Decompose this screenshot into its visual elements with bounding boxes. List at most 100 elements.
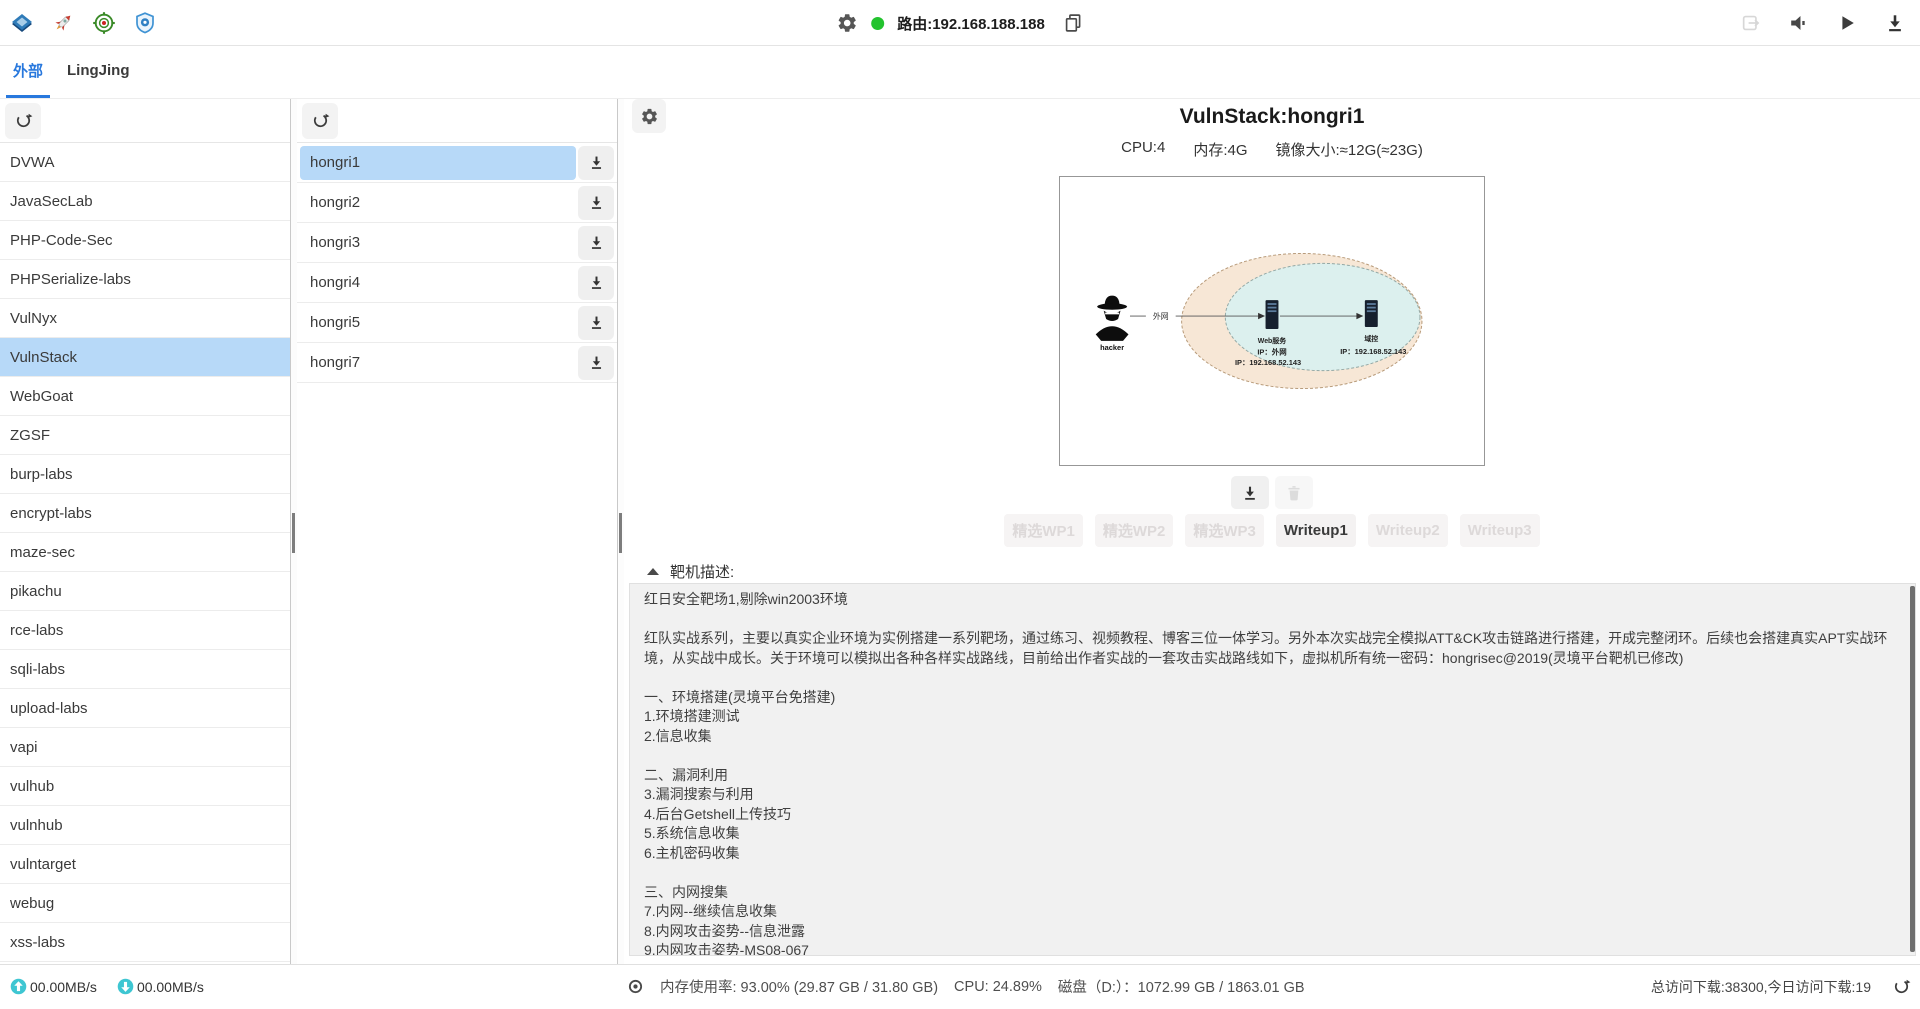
machine-download-button[interactable] xyxy=(578,186,614,220)
machine-download-button[interactable] xyxy=(578,266,614,300)
machine-item[interactable]: hongri2 xyxy=(300,186,576,220)
machine-row: hongri3 xyxy=(297,223,617,263)
copy-icon[interactable] xyxy=(1062,12,1084,34)
system-stats: 内存使用率: 93.00% (29.87 GB / 31.80 GB) CPU:… xyxy=(627,965,1305,1008)
category-list-item[interactable]: vulnhub xyxy=(0,806,290,845)
spec-cpu: CPU:4 xyxy=(1121,139,1165,160)
category-label: vulnhub xyxy=(10,817,63,834)
hacker-icon xyxy=(1096,296,1129,341)
memory-usage: 内存使用率: 93.00% (29.87 GB / 31.80 GB) xyxy=(660,976,938,997)
category-list-item[interactable]: encrypt-labs xyxy=(0,494,290,533)
record-eye-icon[interactable] xyxy=(627,978,644,995)
detail-header: VulnStack:hongri1 CPU:4 内存:4G 镜像大小:≈12G(… xyxy=(624,99,1920,160)
category-list-item[interactable]: pikachu xyxy=(0,572,290,611)
writeup-button[interactable]: Writeup1 xyxy=(1276,514,1356,547)
tab-label: 外部 xyxy=(13,60,43,81)
description-textarea[interactable]: 红日安全靶场1,剔除win2003环境 红队实战系列，主要以真实企业环境为实例搭… xyxy=(630,584,1915,955)
category-label: ZGSF xyxy=(10,427,50,444)
download-machine-button[interactable] xyxy=(1231,476,1269,509)
gem-icon[interactable] xyxy=(10,11,34,35)
download-icon xyxy=(588,234,605,251)
category-list-item[interactable]: WebGoat xyxy=(0,377,290,416)
category-list-item[interactable]: maze-sec xyxy=(0,533,290,572)
category-panel: DVWA JavaSecLab PHP-Code-Sec PHPSerializ… xyxy=(0,99,291,964)
category-list-item[interactable]: upload-labs xyxy=(0,689,290,728)
category-label: pikachu xyxy=(10,583,62,600)
category-list-item[interactable]: webug xyxy=(0,884,290,923)
gear-icon[interactable] xyxy=(836,12,858,34)
category-list-item[interactable]: xss-labs xyxy=(0,923,290,962)
route-address-label: 路由:192.168.188.188 xyxy=(897,13,1045,34)
category-label: maze-sec xyxy=(10,544,75,561)
tab-item[interactable]: 外部 xyxy=(6,46,50,98)
download-icon xyxy=(588,354,605,371)
refresh-icon[interactable] xyxy=(1892,977,1911,996)
writeup-button[interactable]: 精选WP2 xyxy=(1095,514,1174,547)
category-list-item[interactable]: JavaSecLab xyxy=(0,182,290,221)
main-content: DVWA JavaSecLab PHP-Code-Sec PHPSerializ… xyxy=(0,99,1920,964)
hacker-label: hacker xyxy=(1100,343,1124,352)
machine-download-button[interactable] xyxy=(578,146,614,180)
machine-download-button[interactable] xyxy=(578,226,614,260)
shield-icon[interactable] xyxy=(133,11,157,35)
category-label: webug xyxy=(10,895,54,912)
machine-row: hongri4 xyxy=(297,263,617,303)
category-list-item[interactable]: DVWA xyxy=(0,143,290,182)
export-icon[interactable] xyxy=(1740,12,1762,34)
machine-item[interactable]: hongri3 xyxy=(300,226,576,260)
writeup-button[interactable]: Writeup3 xyxy=(1460,514,1540,547)
machine-item[interactable]: hongri1 xyxy=(300,146,576,180)
description-scrollbar-thumb[interactable] xyxy=(1910,586,1915,952)
category-label: VulnStack xyxy=(10,349,77,366)
download-circle-icon xyxy=(117,978,134,995)
category-label: VulNyx xyxy=(10,310,57,327)
category-list-item[interactable]: PHPSerialize-labs xyxy=(0,260,290,299)
splitter-grip[interactable] xyxy=(619,513,622,553)
delete-machine-button[interactable] xyxy=(1275,476,1313,509)
category-refresh-button[interactable] xyxy=(5,103,41,139)
network-speeds: 00.00MB/s 00.00MB/s xyxy=(10,965,215,1008)
writeup-button[interactable]: Writeup2 xyxy=(1368,514,1448,547)
download-icon[interactable] xyxy=(1884,12,1906,34)
machine-row: hongri1 xyxy=(297,143,617,183)
tab-item[interactable]: LingJing xyxy=(60,46,137,98)
speaker-icon[interactable] xyxy=(1788,12,1810,34)
machine-item[interactable]: hongri5 xyxy=(300,306,576,340)
disk-usage: 磁盘（D:）：1072.99 GB / 1863.01 GB xyxy=(1058,976,1305,997)
category-list-item[interactable]: vulntarget xyxy=(0,845,290,884)
category-label: DVWA xyxy=(10,154,54,171)
machine-download-button[interactable] xyxy=(578,346,614,380)
category-label: vulhub xyxy=(10,778,54,795)
category-list-item[interactable]: PHP-Code-Sec xyxy=(0,221,290,260)
machine-item[interactable]: hongri4 xyxy=(300,266,576,300)
splitter-1 xyxy=(291,99,297,964)
category-label: encrypt-labs xyxy=(10,505,92,522)
category-list-item[interactable]: sqli-labs xyxy=(0,650,290,689)
category-list-item[interactable]: rce-labs xyxy=(0,611,290,650)
splitter-grip[interactable] xyxy=(292,513,295,553)
topbar-actions xyxy=(1740,12,1920,34)
category-list-item[interactable]: vulhub xyxy=(0,767,290,806)
refresh-icon xyxy=(311,111,330,130)
category-list-item[interactable]: VulnStack xyxy=(0,338,290,377)
download-icon xyxy=(588,274,605,291)
machine-row: hongri7 xyxy=(297,343,617,383)
category-list-item[interactable]: vapi xyxy=(0,728,290,767)
writeup-button[interactable]: 精选WP1 xyxy=(1004,514,1083,547)
machine-download-button[interactable] xyxy=(578,306,614,340)
topology-image: hacker 外网 Web服务 IP：外网 IP：192.16 xyxy=(1059,176,1485,466)
description-header: 靶机描述: xyxy=(647,561,1920,582)
category-list-item[interactable]: burp-labs xyxy=(0,455,290,494)
collapse-triangle-icon[interactable] xyxy=(647,568,659,575)
play-icon[interactable] xyxy=(1836,12,1858,34)
category-list-item[interactable]: VulNyx xyxy=(0,299,290,338)
machine-item[interactable]: hongri7 xyxy=(300,346,576,380)
machine-refresh-button[interactable] xyxy=(302,103,338,139)
category-list-item[interactable]: ZGSF xyxy=(0,416,290,455)
category-label: burp-labs xyxy=(10,466,73,483)
writeup-button[interactable]: 精选WP3 xyxy=(1185,514,1264,547)
target-icon[interactable] xyxy=(92,11,116,35)
rocket-icon[interactable] xyxy=(51,11,75,35)
detail-settings-button[interactable] xyxy=(632,99,666,133)
spec-image-size: 镜像大小:≈12G(≈23G) xyxy=(1276,139,1423,160)
